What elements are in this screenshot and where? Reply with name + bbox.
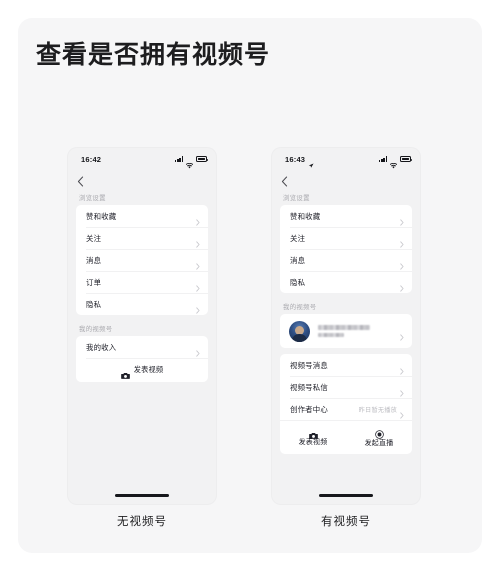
- list-item[interactable]: 消息: [76, 249, 208, 271]
- channel-name-redacted: [318, 325, 370, 330]
- status-bar-icons: [379, 156, 412, 169]
- list-item[interactable]: 赞和收藏: [76, 205, 208, 227]
- list-item[interactable]: 视频号消息: [280, 354, 412, 376]
- location-arrow-icon: [308, 156, 314, 168]
- publish-video-button[interactable]: 发表视频: [76, 358, 208, 382]
- caption-no-channel: 无视频号: [117, 516, 167, 528]
- chevron-right-icon: [196, 279, 200, 292]
- list-item-label: 赞和收藏: [290, 211, 321, 221]
- list-item-label: 消息: [290, 255, 306, 265]
- chevron-right-icon: [400, 362, 404, 375]
- section-header-my-channel: 我的视频号: [79, 326, 113, 333]
- list-item-label: 视频号消息: [290, 360, 328, 370]
- nav-bar: [272, 170, 420, 189]
- battery-icon: [196, 156, 208, 162]
- signal-bars-icon: [379, 156, 387, 162]
- status-bar: 16:43: [272, 148, 420, 170]
- battery-icon: [400, 156, 412, 162]
- settings-list-browse: 赞和收藏 关注 消息 隐私: [280, 205, 412, 293]
- publish-video-label: 发表视频: [298, 439, 328, 447]
- list-item-extra: 昨日暂无播放: [358, 406, 397, 414]
- publish-video-button[interactable]: 发表视频: [280, 420, 346, 454]
- status-bar-time: 16:42: [81, 154, 102, 164]
- list-item[interactable]: 视频号私信: [280, 376, 412, 398]
- channel-profile-text: [318, 325, 370, 337]
- list-item[interactable]: 关注: [280, 227, 412, 249]
- list-item-label: 隐私: [86, 299, 102, 309]
- chevron-right-icon: [196, 301, 200, 314]
- section-header-my-channel: 我的视频号: [283, 304, 317, 311]
- chevron-left-icon[interactable]: [77, 174, 84, 187]
- live-broadcast-icon: [374, 426, 384, 439]
- list-item-label: 关注: [86, 233, 102, 243]
- nav-bar: [68, 170, 216, 189]
- wifi-icon: [185, 156, 194, 169]
- list-item[interactable]: 创作者中心 昨日暂无播放: [280, 398, 412, 420]
- chevron-right-icon: [400, 257, 404, 270]
- settings-list-browse: 赞和收藏 关注 消息 订单 隐私: [76, 205, 208, 315]
- publish-video-label: 发表视频: [133, 365, 164, 374]
- status-bar-icons: [175, 156, 208, 169]
- list-item[interactable]: 消息: [280, 249, 412, 271]
- list-item-label: 消息: [86, 255, 102, 265]
- signal-bars-icon: [175, 156, 183, 162]
- list-item-label: 视频号私信: [290, 382, 328, 392]
- page-title: 查看是否拥有视频号: [36, 41, 271, 69]
- section-header-browse-settings: 浏览设置: [283, 195, 310, 202]
- chevron-right-icon: [400, 406, 404, 419]
- channel-subtitle-redacted: [318, 333, 344, 337]
- my-channel-card: 我的收入 发表视频: [76, 336, 208, 382]
- chevron-right-icon: [196, 235, 200, 248]
- phone-mockup-has-channel: 16:43 浏览设置 赞和收藏 关注 消息 隐私 我的视频号 视频号消息 视频号…: [272, 148, 420, 504]
- user-avatar: [289, 320, 310, 342]
- channel-action-buttons: 发表视频 发起直播: [280, 420, 412, 454]
- list-item[interactable]: 隐私: [280, 271, 412, 293]
- channel-profile-row[interactable]: [280, 314, 412, 348]
- chevron-right-icon: [196, 344, 200, 357]
- chevron-right-icon: [400, 235, 404, 248]
- list-item-label: 赞和收藏: [86, 211, 117, 221]
- list-item-label: 订单: [86, 277, 102, 287]
- camera-icon: [308, 427, 318, 440]
- status-bar: 16:42: [68, 148, 216, 170]
- status-bar-time: 16:43: [285, 154, 306, 164]
- chevron-right-icon: [400, 328, 404, 341]
- chevron-right-icon: [196, 213, 200, 226]
- channel-profile-card[interactable]: [280, 314, 412, 348]
- chevron-left-icon[interactable]: [281, 174, 288, 187]
- section-header-browse-settings: 浏览设置: [79, 195, 106, 202]
- camera-icon: [120, 366, 130, 379]
- list-item-label: 创作者中心: [290, 404, 328, 414]
- chevron-right-icon: [196, 257, 200, 270]
- list-item-label: 关注: [290, 233, 306, 243]
- start-live-button[interactable]: 发起直播: [346, 420, 412, 454]
- chevron-right-icon: [400, 213, 404, 226]
- start-live-label: 发起直播: [364, 440, 394, 447]
- list-item[interactable]: 我的收入: [76, 336, 208, 358]
- home-indicator: [319, 494, 373, 497]
- chevron-right-icon: [400, 279, 404, 292]
- phone-mockup-no-channel: 16:42 浏览设置 赞和收藏 关注 消息 订单 隐私 我的视频号 我的收入 发…: [68, 148, 216, 504]
- channel-actions-card: 视频号消息 视频号私信 创作者中心 昨日暂无播放 发表视频 发起直播: [280, 354, 412, 454]
- list-item-label: 隐私: [290, 277, 306, 287]
- list-item-label: 我的收入: [86, 342, 117, 352]
- list-item[interactable]: 隐私: [76, 293, 208, 315]
- chevron-right-icon: [400, 384, 404, 397]
- home-indicator: [115, 494, 169, 497]
- list-item[interactable]: 订单: [76, 271, 208, 293]
- list-item[interactable]: 赞和收藏: [280, 205, 412, 227]
- list-item[interactable]: 关注: [76, 227, 208, 249]
- wifi-icon: [389, 156, 398, 169]
- caption-has-channel: 有视频号: [321, 516, 371, 528]
